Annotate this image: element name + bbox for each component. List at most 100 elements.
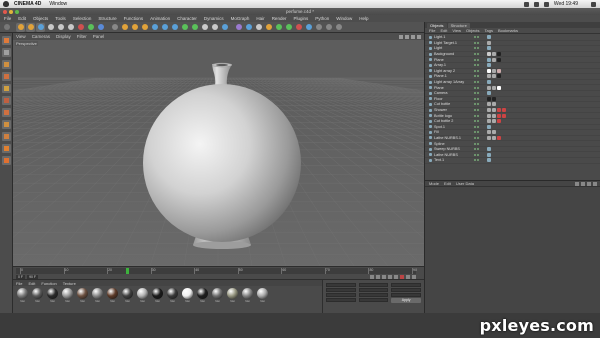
tag-icon[interactable] bbox=[487, 68, 491, 73]
tag-icon[interactable] bbox=[487, 63, 491, 68]
goto-end-icon[interactable] bbox=[394, 274, 398, 279]
visibility-flags[interactable] bbox=[474, 92, 484, 95]
editor-visibility-icon[interactable] bbox=[474, 41, 476, 44]
material-swatch[interactable]: Mat bbox=[16, 288, 29, 303]
tag-icon[interactable] bbox=[487, 158, 491, 163]
material-swatch[interactable]: Mat bbox=[196, 288, 209, 303]
viewport-menu-filter[interactable]: Filter bbox=[77, 34, 87, 39]
render-visibility-icon[interactable] bbox=[477, 148, 479, 151]
material-menu-function[interactable]: Function bbox=[41, 281, 56, 286]
prev-frame-icon[interactable] bbox=[376, 274, 380, 279]
material-swatch[interactable]: Mat bbox=[211, 288, 224, 303]
tag-icon[interactable] bbox=[492, 113, 496, 118]
pos-y-field[interactable] bbox=[326, 288, 356, 292]
editor-visibility-icon[interactable] bbox=[474, 148, 476, 151]
visibility-flags[interactable] bbox=[474, 120, 484, 123]
visibility-flags[interactable] bbox=[474, 64, 484, 67]
autokey-icon[interactable] bbox=[406, 274, 410, 279]
edges-mode-button[interactable] bbox=[1, 84, 11, 93]
material-swatch[interactable]: Mat bbox=[46, 288, 59, 303]
nurbs-button[interactable] bbox=[150, 23, 159, 32]
tag-icon[interactable] bbox=[487, 96, 491, 101]
tag-icon[interactable] bbox=[492, 74, 496, 79]
tag-icon[interactable] bbox=[487, 85, 491, 90]
tag-icon[interactable] bbox=[497, 57, 501, 62]
visibility-flags[interactable] bbox=[474, 136, 484, 139]
visibility-flags[interactable] bbox=[474, 86, 484, 89]
object-menu-objects[interactable]: Objects bbox=[466, 28, 480, 33]
light-button[interactable] bbox=[200, 23, 209, 32]
polygons-mode-button[interactable] bbox=[1, 96, 11, 105]
editor-visibility-icon[interactable] bbox=[474, 109, 476, 112]
menu-character[interactable]: Character bbox=[177, 16, 197, 21]
minimize-icon[interactable] bbox=[9, 9, 13, 14]
forward-icon[interactable] bbox=[587, 181, 591, 186]
material-swatch[interactable]: Mat bbox=[226, 288, 239, 303]
rot-p-field[interactable] bbox=[391, 288, 421, 292]
visibility-flags[interactable] bbox=[474, 148, 484, 151]
editor-visibility-icon[interactable] bbox=[474, 47, 476, 50]
material-menu-edit[interactable]: Edit bbox=[28, 281, 35, 286]
tag-icon[interactable] bbox=[487, 108, 491, 113]
render-visibility-icon[interactable] bbox=[477, 97, 479, 100]
object-row[interactable]: Text.1 bbox=[425, 158, 600, 164]
material-button[interactable] bbox=[244, 23, 253, 32]
tag-button[interactable] bbox=[234, 23, 243, 32]
cube-button[interactable] bbox=[130, 23, 139, 32]
tag-icon[interactable] bbox=[487, 152, 491, 157]
material-swatch[interactable]: Mat bbox=[256, 288, 269, 303]
attribute-menu-edit[interactable]: Edit bbox=[444, 181, 451, 186]
visibility-flags[interactable] bbox=[474, 125, 484, 128]
tag-icon[interactable] bbox=[487, 130, 491, 135]
editor-visibility-icon[interactable] bbox=[474, 136, 476, 139]
render-visibility-icon[interactable] bbox=[477, 41, 479, 44]
arrow-up-icon[interactable] bbox=[575, 181, 579, 186]
visibility-flags[interactable] bbox=[474, 69, 484, 72]
tag-icon[interactable] bbox=[497, 52, 501, 57]
visibility-flags[interactable] bbox=[474, 142, 484, 145]
editor-visibility-icon[interactable] bbox=[474, 36, 476, 39]
tag-icon[interactable] bbox=[492, 96, 496, 101]
tag-icon[interactable] bbox=[492, 135, 496, 140]
tag-icon[interactable] bbox=[492, 130, 496, 135]
material-swatch[interactable]: Mat bbox=[91, 288, 104, 303]
menu-dynamics[interactable]: Dynamics bbox=[204, 16, 224, 21]
size-x-field[interactable] bbox=[358, 283, 389, 287]
render-visibility-icon[interactable] bbox=[477, 64, 479, 67]
viewport-menu-panel[interactable]: Panel bbox=[93, 34, 105, 39]
menu-hair[interactable]: Hair bbox=[256, 16, 264, 21]
end-frame-field[interactable]: 90 F bbox=[27, 274, 39, 279]
object-menu-file[interactable]: File bbox=[429, 28, 435, 33]
app-menu[interactable]: CINEMA 4D bbox=[14, 1, 41, 7]
tag-icon[interactable] bbox=[487, 91, 491, 96]
deformer-button[interactable] bbox=[170, 23, 179, 32]
render-visibility-icon[interactable] bbox=[477, 103, 479, 106]
visibility-flags[interactable] bbox=[474, 97, 484, 100]
spotlight-icon[interactable] bbox=[591, 1, 596, 7]
window-menu[interactable]: Window bbox=[49, 1, 67, 7]
material-swatch[interactable]: Mat bbox=[121, 288, 134, 303]
workplane-button[interactable] bbox=[334, 23, 343, 32]
object-menu-edit[interactable]: Edit bbox=[440, 28, 447, 33]
size-z-field[interactable] bbox=[358, 293, 389, 297]
tag-icon[interactable] bbox=[487, 102, 491, 107]
render-view-button[interactable] bbox=[96, 23, 105, 32]
editor-visibility-icon[interactable] bbox=[474, 125, 476, 128]
menu-render[interactable]: Render bbox=[272, 16, 287, 21]
model-button[interactable] bbox=[304, 23, 313, 32]
render-visibility-icon[interactable] bbox=[477, 109, 479, 112]
editor-visibility-icon[interactable] bbox=[474, 97, 476, 100]
render-visibility-icon[interactable] bbox=[477, 81, 479, 84]
make-editable-button[interactable] bbox=[1, 36, 11, 45]
camera-button[interactable] bbox=[190, 23, 199, 32]
tag-icon[interactable] bbox=[492, 108, 496, 113]
viewport-menu-view[interactable]: View bbox=[16, 34, 26, 39]
visibility-flags[interactable] bbox=[474, 103, 484, 106]
rotate-button[interactable] bbox=[46, 23, 55, 32]
tag-icon[interactable] bbox=[502, 113, 506, 118]
axis-mode-button[interactable] bbox=[1, 132, 11, 141]
tag-icon[interactable] bbox=[497, 68, 501, 73]
edges-button[interactable] bbox=[284, 23, 293, 32]
tag-icon[interactable] bbox=[487, 46, 491, 51]
tag-icon[interactable] bbox=[487, 113, 491, 118]
